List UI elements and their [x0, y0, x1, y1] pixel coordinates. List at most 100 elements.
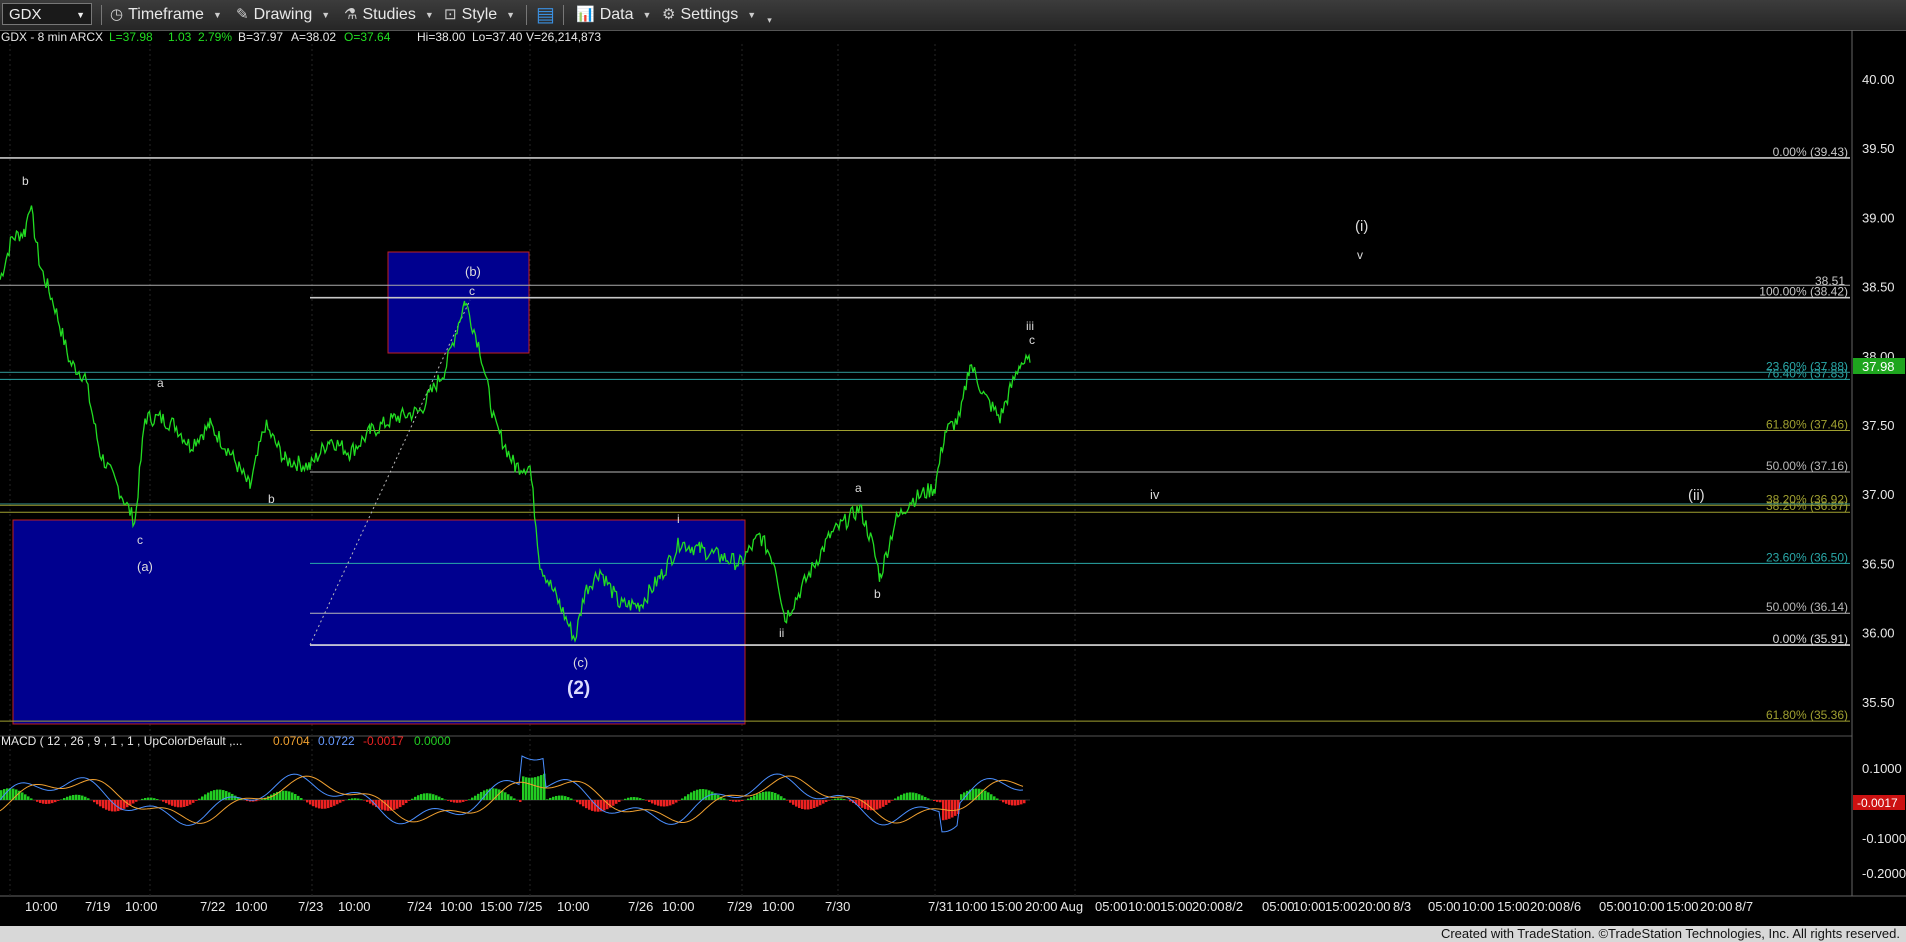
macd-bar: [495, 788, 498, 800]
high: Hi=38.00: [417, 30, 466, 44]
fib-label: 38.20% (36.87): [1766, 499, 1848, 513]
macd-bar: [204, 794, 207, 800]
symbol-input[interactable]: GDX ▼: [2, 3, 92, 25]
macd-bar: [333, 800, 336, 806]
chevron-down-icon: ▼: [642, 10, 652, 20]
macd-bar: [21, 792, 24, 800]
price-axis: 40.0039.5039.0038.5038.0037.5037.0036.50…: [1862, 72, 1895, 710]
macd-bar: [639, 798, 642, 800]
macd-bar: [651, 800, 654, 804]
chevron-down-icon[interactable]: ▼: [76, 4, 85, 26]
macd-bar: [636, 797, 639, 800]
bid: B=37.97: [238, 30, 283, 44]
macd-bar: [348, 798, 351, 800]
macd-bar: [195, 800, 198, 801]
macd-bar: [210, 791, 213, 800]
wave-label: a: [855, 481, 862, 495]
current-price-label: 37.98: [1862, 359, 1895, 374]
drawing-menu[interactable]: ✎ Drawing ▼: [236, 4, 330, 26]
macd-diff: -0.0017: [363, 734, 404, 748]
layout-icon[interactable]: ▤: [536, 4, 555, 26]
macd-bar: [519, 800, 522, 803]
macd-bar: [810, 800, 813, 809]
macd-bar: [453, 800, 456, 803]
macd-bar: [666, 800, 669, 807]
macd-bar: [219, 789, 222, 800]
macd-bar: [1017, 800, 1020, 806]
macd-bar: [903, 793, 906, 800]
macd-bar: [282, 790, 285, 800]
macd-bar: [537, 776, 540, 800]
macd-bar: [420, 794, 423, 800]
macd-bar: [840, 798, 843, 800]
macd-bar: [216, 789, 219, 800]
time-axis-tick: 8/2: [1225, 899, 1243, 914]
price-axis-tick: 37.00: [1862, 487, 1895, 502]
macd-bar: [864, 800, 867, 810]
macd-bar: [24, 794, 27, 800]
macd-bar: [150, 797, 153, 800]
macd-bar: [747, 798, 750, 800]
macd-bar: [570, 798, 573, 800]
macd-bar: [417, 795, 420, 800]
change-pct: 2.79%: [198, 30, 232, 44]
style-menu[interactable]: ⊡ Style ▼: [444, 4, 515, 26]
macd-bar: [615, 800, 618, 804]
macd-bar: [306, 800, 309, 803]
macd-bar: [771, 791, 774, 800]
macd-bar: [990, 794, 993, 800]
time-axis-tick: 15:00: [1325, 899, 1358, 914]
macd-bar: [72, 794, 75, 800]
macd-bar: [996, 798, 999, 800]
macd-bar: [162, 800, 165, 802]
fib-label: 50.00% (37.16): [1766, 459, 1848, 473]
chevron-down-icon: ▼: [212, 10, 222, 20]
fib-label: 76.40% (37.83): [1766, 366, 1848, 380]
price-chart[interactable]: 0.00% (39.43)100.00% (38.42)23.60% (37.8…: [0, 30, 1906, 926]
data-label: Data: [599, 6, 634, 23]
macd-bar: [54, 800, 57, 803]
chevron-down-icon: ▼: [321, 10, 331, 20]
macd-bar: [552, 796, 555, 800]
macd-bar: [987, 792, 990, 800]
timeframe-menu[interactable]: ◷ Timeframe ▼: [110, 4, 222, 26]
macd-bar: [954, 800, 957, 816]
price-axis-tick: 35.50: [1862, 695, 1895, 710]
time-axis-tick: 10:00: [440, 899, 473, 914]
macd-bar: [261, 799, 264, 800]
time-axis-tick: 15:00: [480, 899, 513, 914]
wave-label: i: [677, 512, 680, 526]
chevron-down-icon: ▼: [506, 10, 516, 20]
time-axis-tick: 15:00: [990, 899, 1023, 914]
wave-label: c: [1029, 333, 1035, 347]
macd-bar: [1023, 800, 1026, 804]
footer: Created with TradeStation. ©TradeStation…: [0, 926, 1906, 942]
macd-bar: [660, 800, 663, 807]
fib-label: 61.80% (35.36): [1766, 708, 1848, 722]
macd-bar: [564, 796, 567, 800]
time-axis-tick: 20:00: [1530, 899, 1563, 914]
symbol-header: GDX - 8 min ARCX L=37.98 1.03 2.79% B=37…: [1, 30, 601, 44]
studies-menu[interactable]: ⚗ Studies ▼: [344, 4, 434, 26]
data-menu[interactable]: 📊 Data ▼: [576, 4, 651, 26]
macd-bar: [432, 794, 435, 800]
low: Lo=37.40: [472, 30, 523, 44]
time-axis-tick: 15:00: [1666, 899, 1699, 914]
macd-bar: [804, 800, 807, 810]
macd-bar: [642, 799, 645, 800]
macd-histogram: [0, 773, 1030, 821]
macd-bar: [411, 798, 414, 800]
macd-bar: [678, 800, 681, 801]
macd-bar: [567, 797, 570, 800]
macd-bar: [738, 800, 741, 802]
macd-bar: [879, 800, 882, 809]
wave-label: c: [469, 284, 475, 298]
settings-menu[interactable]: ⚙ Settings ▼ ▾: [662, 4, 772, 26]
macd-bar: [831, 799, 834, 800]
macd-bar: [27, 796, 30, 800]
macd-bar: [927, 798, 930, 800]
price-axis-tick: 39.50: [1862, 141, 1895, 156]
macd-bar: [177, 800, 180, 808]
macd-bar: [783, 798, 786, 800]
fib-label: 61.80% (37.46): [1766, 418, 1848, 432]
